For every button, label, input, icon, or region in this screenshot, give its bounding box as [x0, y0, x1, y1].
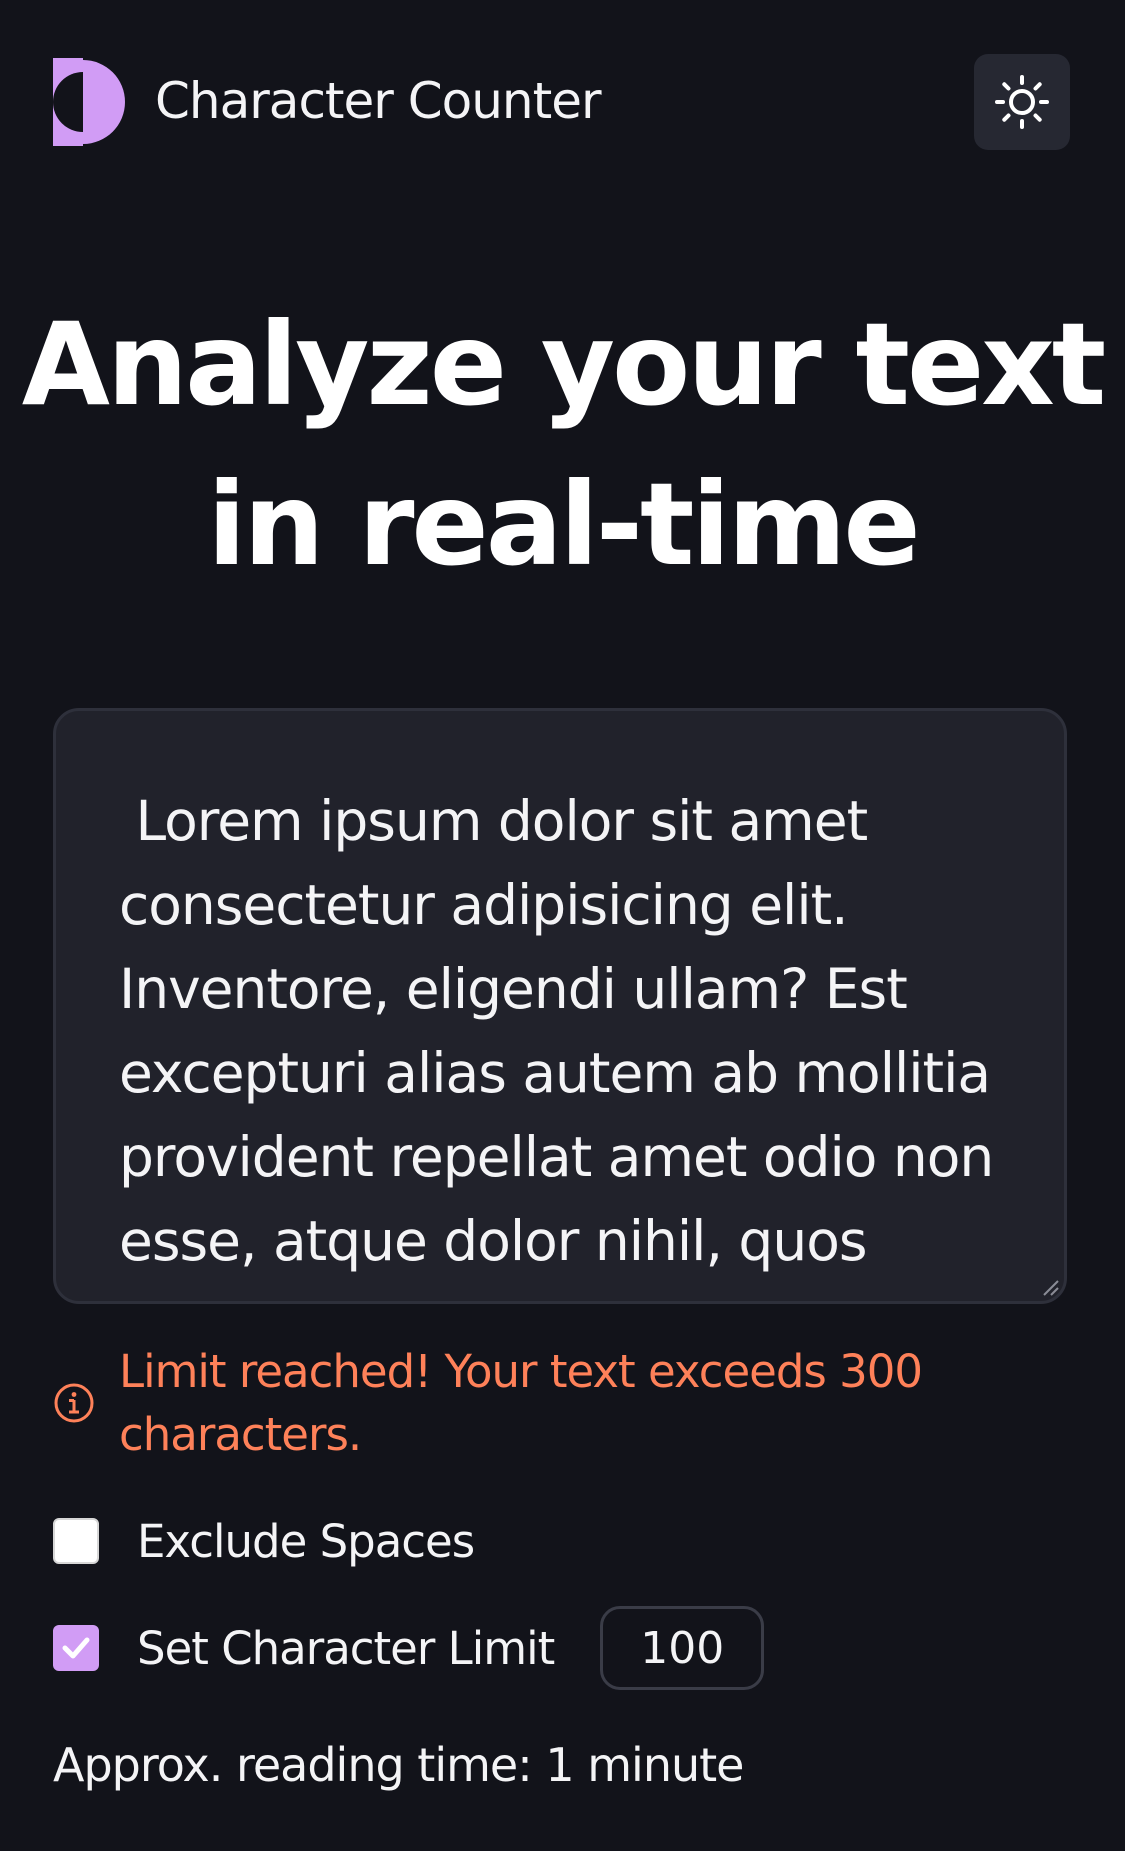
warning-text: Limit reached! Your text exceeds 300 cha… [119, 1345, 923, 1461]
text-input-area[interactable]: Lorem ipsum dolor sit amet consectetur a… [53, 708, 1067, 1304]
app-header: Character Counter [53, 54, 1070, 150]
half-moon-logo-icon [53, 58, 125, 146]
character-limit-checkbox[interactable] [53, 1625, 99, 1671]
reading-time: Approx. reading time: 1 minute [53, 1738, 744, 1792]
info-icon [54, 1383, 94, 1423]
exclude-spaces-label[interactable]: Exclude Spaces [137, 1515, 475, 1568]
character-limit-option[interactable]: Set Character Limit [53, 1603, 765, 1693]
app-title: Character Counter [155, 72, 602, 130]
text-input-content[interactable]: Lorem ipsum dolor sit amet consectetur a… [119, 779, 1004, 1301]
exclude-spaces-option[interactable]: Exclude Spaces [53, 1515, 475, 1568]
theme-toggle-button[interactable] [974, 54, 1070, 150]
checkmark-icon [62, 1637, 90, 1659]
character-limit-input[interactable] [600, 1606, 765, 1690]
hero-line-1: Analyze your text [21, 298, 1107, 431]
character-limit-label[interactable]: Set Character Limit [137, 1622, 555, 1675]
hero-line-2: in real-time [207, 458, 920, 591]
hero-heading: Analyze your text in real-time [0, 285, 1125, 605]
resize-handle-icon[interactable] [1040, 1277, 1060, 1297]
exclude-spaces-checkbox[interactable] [53, 1518, 99, 1564]
sun-icon [995, 75, 1049, 129]
